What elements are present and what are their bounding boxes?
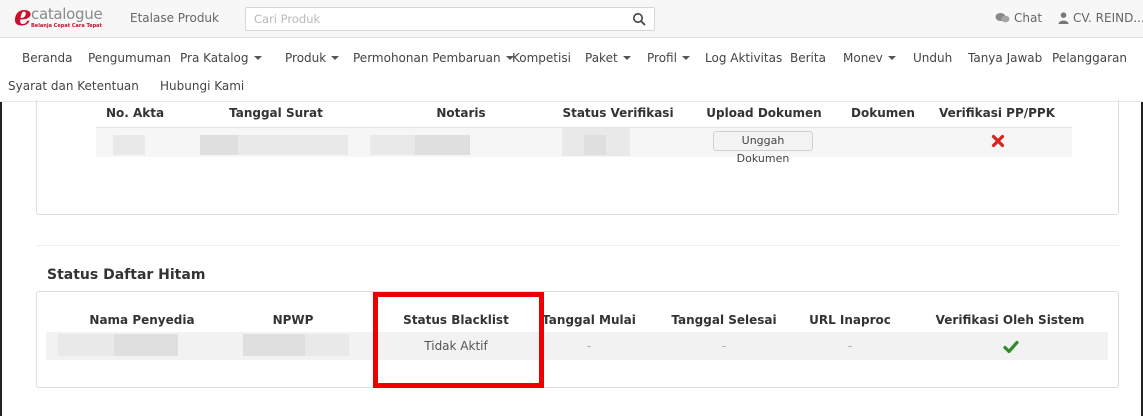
nav-syarat-ketentuan[interactable]: Syarat dan Ketentuan: [8, 79, 139, 93]
chevron-down-icon: [622, 56, 631, 60]
col-tanggal-surat: Tanggal Surat: [229, 106, 323, 120]
user-menu[interactable]: CV. REIND...: [1058, 11, 1143, 25]
chat-label: Chat: [1014, 11, 1043, 25]
chevron-down-icon: [253, 56, 262, 60]
chevron-down-icon: [331, 56, 340, 60]
search-icon[interactable]: [632, 12, 646, 26]
chat-icon: [995, 13, 1010, 23]
redacted-cell: [113, 135, 145, 155]
nav-pra-katalog[interactable]: Pra Katalog: [180, 51, 262, 65]
user-icon: [1058, 12, 1069, 24]
nav-paket[interactable]: Paket: [585, 51, 631, 65]
nav-profil[interactable]: Profil: [647, 51, 690, 65]
chevron-down-icon: [681, 56, 690, 60]
section-divider: [36, 245, 1119, 246]
x-mark-icon: [991, 134, 1005, 148]
col-upload-dokumen: Upload Dokumen: [706, 106, 822, 120]
col-npwp: NPWP: [272, 313, 314, 327]
etalase-produk-link[interactable]: Etalase Produk: [130, 11, 219, 25]
nav-monev[interactable]: Monev: [843, 51, 896, 65]
nav-profil-label: Profil: [647, 51, 677, 65]
nav-pengumuman[interactable]: Pengumuman: [88, 51, 171, 65]
logo-tagline: Belanja Cepat Cara Tepat: [31, 23, 102, 29]
redacted-cell: [114, 334, 178, 356]
nav-permohonan-pembaruan[interactable]: Permohonan Pembaruan: [353, 51, 514, 65]
check-icon: [1003, 340, 1019, 354]
col-verifikasi-pp-ppk: Verifikasi PP/PPK: [938, 106, 1056, 120]
table-row: [46, 332, 1108, 360]
col-url-inaproc: URL Inaproc: [809, 313, 891, 327]
col-tanggal-selesai: Tanggal Selesai: [671, 313, 777, 327]
status-daftar-hitam-title: Status Daftar Hitam: [47, 267, 206, 283]
highlight-box: [373, 292, 544, 388]
nav-permohonan-label: Permohonan Pembaruan: [353, 51, 501, 65]
nav-monev-label: Monev: [843, 51, 883, 65]
col-dokumen: Dokumen: [851, 106, 915, 120]
nav-paket-label: Paket: [585, 51, 618, 65]
col-verifikasi-oleh-sistem: Verifikasi Oleh Sistem: [935, 313, 1085, 327]
redacted-cell: [415, 135, 470, 155]
redacted-cell: [305, 334, 349, 356]
redacted-cell: [584, 135, 606, 155]
logo-e-glyph: e: [14, 0, 32, 32]
user-label: CV. REIND...: [1073, 11, 1143, 25]
nav-beranda[interactable]: Beranda: [22, 51, 72, 65]
col-tanggal-mulai: Tanggal Mulai: [542, 313, 636, 327]
nav-produk[interactable]: Produk: [285, 51, 340, 65]
chevron-down-icon: [887, 56, 896, 60]
col-notaris: Notaris: [436, 106, 486, 120]
nav-pra-katalog-label: Pra Katalog: [180, 51, 249, 65]
redacted-cell: [58, 334, 114, 356]
ecatalogue-logo[interactable]: e catalogue Belanja Cepat Cara Tepat: [14, 2, 110, 32]
nav-unduh[interactable]: Unduh: [913, 51, 952, 65]
main-nav: Beranda Pengumuman Pra Katalog Produk Pe…: [0, 38, 1143, 102]
nav-berita[interactable]: Berita: [790, 51, 826, 65]
search-placeholder: Cari Produk: [254, 12, 321, 26]
redacted-cell: [243, 334, 305, 356]
top-bar: e catalogue Belanja Cepat Cara Tepat Eta…: [0, 0, 1143, 38]
tanggal-mulai-value: -: [586, 339, 592, 353]
nav-log-aktivitas[interactable]: Log Aktivitas: [705, 51, 782, 65]
nav-produk-label: Produk: [285, 51, 327, 65]
tanggal-selesai-value: -: [721, 339, 727, 353]
col-nama-penyedia: Nama Penyedia: [89, 313, 195, 327]
col-no-akta: No. Akta: [105, 106, 165, 120]
search-input[interactable]: Cari Produk: [245, 7, 655, 31]
nav-tanya-jawab[interactable]: Tanya Jawab: [968, 51, 1042, 65]
unggah-dokumen-button[interactable]: Unggah Dokumen: [713, 131, 813, 165]
nav-kompetisi[interactable]: Kompetisi: [512, 51, 571, 65]
col-status-verifikasi: Status Verifikasi: [562, 106, 674, 120]
chat-link[interactable]: Chat: [995, 11, 1042, 25]
redacted-cell: [238, 135, 348, 155]
nav-pelanggaran[interactable]: Pelanggaran: [1052, 51, 1127, 65]
redacted-cell: [200, 135, 238, 155]
nav-hubungi-kami[interactable]: Hubungi Kami: [160, 79, 244, 93]
redacted-cell: [370, 135, 415, 155]
url-inaproc-value: -: [847, 339, 853, 353]
logo-word: catalogue: [31, 5, 103, 23]
